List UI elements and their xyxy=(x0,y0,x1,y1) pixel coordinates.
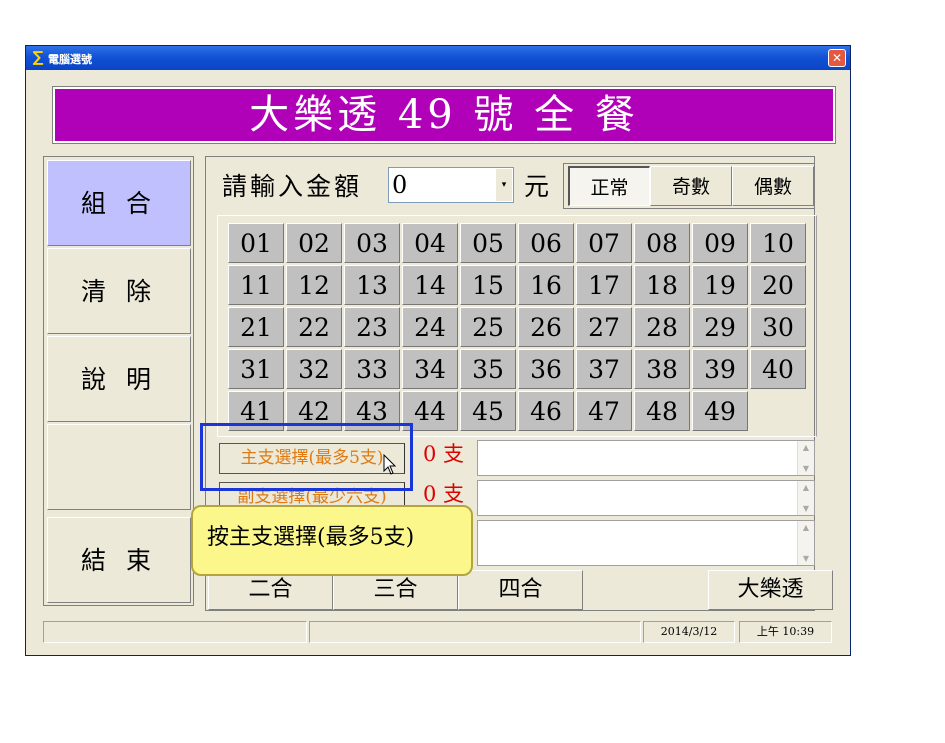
number-button[interactable]: 22 xyxy=(286,307,342,347)
side-menu: 組 合 清 除 說 明 結 束 xyxy=(43,156,194,606)
number-button[interactable]: 40 xyxy=(750,349,806,389)
number-button[interactable]: 06 xyxy=(518,223,574,263)
number-button[interactable]: 36 xyxy=(518,349,574,389)
result-field[interactable]: ▲ ▼ xyxy=(477,520,815,566)
status-date: 2014/3/12 xyxy=(643,621,735,643)
scroll-up-icon[interactable]: ▲ xyxy=(798,443,814,452)
number-button[interactable]: 05 xyxy=(460,223,516,263)
sub-pick-field[interactable]: ▲ ▼ xyxy=(477,480,815,516)
exit-button[interactable]: 結 束 xyxy=(47,517,191,603)
close-button[interactable]: ✕ xyxy=(828,49,846,67)
number-button[interactable]: 45 xyxy=(460,391,516,431)
scroll-up-icon[interactable]: ▲ xyxy=(798,483,814,492)
combo-two-button[interactable]: 二合 xyxy=(208,570,333,610)
number-button[interactable]: 20 xyxy=(750,265,806,305)
number-button[interactable]: 07 xyxy=(576,223,632,263)
number-button[interactable]: 48 xyxy=(634,391,690,431)
mode-normal-button[interactable]: 正常 xyxy=(568,166,650,206)
number-button[interactable]: 33 xyxy=(344,349,400,389)
number-button[interactable]: 23 xyxy=(344,307,400,347)
main-pick-field[interactable]: ▲ ▼ xyxy=(477,440,815,476)
status-cell-2 xyxy=(309,621,641,643)
number-button[interactable]: 14 xyxy=(402,265,458,305)
number-button[interactable]: 32 xyxy=(286,349,342,389)
number-button[interactable]: 31 xyxy=(228,349,284,389)
number-button[interactable]: 47 xyxy=(576,391,632,431)
number-button[interactable]: 09 xyxy=(692,223,748,263)
number-button[interactable]: 12 xyxy=(286,265,342,305)
number-button[interactable]: 16 xyxy=(518,265,574,305)
result-scrollbar[interactable]: ▲ ▼ xyxy=(797,521,814,565)
number-button[interactable]: 49 xyxy=(692,391,748,431)
scroll-down-icon[interactable]: ▼ xyxy=(798,554,814,563)
mouse-cursor-icon xyxy=(383,454,397,475)
number-button[interactable]: 35 xyxy=(460,349,516,389)
number-button[interactable]: 13 xyxy=(344,265,400,305)
page-title-banner: 大樂透 49 號 全 餐 xyxy=(52,86,836,144)
number-button[interactable]: 26 xyxy=(518,307,574,347)
scroll-up-icon[interactable]: ▲ xyxy=(798,523,814,532)
blank-side-button[interactable] xyxy=(47,424,191,510)
number-button[interactable]: 10 xyxy=(750,223,806,263)
number-button[interactable]: 28 xyxy=(634,307,690,347)
combo-four-button[interactable]: 四合 xyxy=(458,570,583,610)
combine-button[interactable]: 組 合 xyxy=(47,160,191,246)
number-button[interactable]: 34 xyxy=(402,349,458,389)
number-button[interactable]: 46 xyxy=(518,391,574,431)
amount-label: 請輸入金額 xyxy=(222,172,363,201)
highlight-box xyxy=(200,423,413,491)
mode-odd-button[interactable]: 奇數 xyxy=(650,166,732,206)
help-button[interactable]: 說 明 xyxy=(47,336,191,422)
amount-value: 0 xyxy=(392,171,408,199)
number-button[interactable]: 30 xyxy=(750,307,806,347)
window-title: 電腦選號 xyxy=(48,53,92,66)
sub-pick-scrollbar[interactable]: ▲ ▼ xyxy=(797,481,814,515)
number-button[interactable]: 38 xyxy=(634,349,690,389)
number-button[interactable]: 39 xyxy=(692,349,748,389)
amount-combobox[interactable]: 0 ▾ xyxy=(388,167,514,203)
number-button[interactable]: 24 xyxy=(402,307,458,347)
status-cell-1 xyxy=(43,621,307,643)
number-button[interactable]: 18 xyxy=(634,265,690,305)
number-button[interactable]: 29 xyxy=(692,307,748,347)
tooltip-callout: 按主支選擇(最多5支) xyxy=(191,505,473,576)
number-grid: 01 02 03 04 05 06 07 08 09 10 11 12 13 14 15 16 17 18 19 20… xyxy=(217,215,817,437)
amount-unit: 元 xyxy=(524,172,550,201)
number-button[interactable]: 15 xyxy=(460,265,516,305)
dropdown-arrow-icon[interactable]: ▾ xyxy=(496,169,512,201)
number-button[interactable]: 11 xyxy=(228,265,284,305)
close-icon: ✕ xyxy=(831,51,843,65)
status-bar: 2014/3/12 上午 10:39 xyxy=(43,621,832,643)
combo-three-button[interactable]: 三合 xyxy=(333,570,458,610)
scroll-down-icon[interactable]: ▼ xyxy=(798,504,814,513)
mode-even-button[interactable]: 偶數 xyxy=(732,166,814,206)
lotto-button[interactable]: 大樂透 xyxy=(708,570,833,610)
number-button[interactable]: 08 xyxy=(634,223,690,263)
number-button[interactable]: 19 xyxy=(692,265,748,305)
number-button[interactable]: 04 xyxy=(402,223,458,263)
mode-toggle-group: 正常 奇數 偶數 xyxy=(563,163,815,209)
main-pick-scrollbar[interactable]: ▲ ▼ xyxy=(797,441,814,475)
number-button[interactable]: 21 xyxy=(228,307,284,347)
number-button[interactable]: 01 xyxy=(228,223,284,263)
number-button[interactable]: 17 xyxy=(576,265,632,305)
scroll-down-icon[interactable]: ▼ xyxy=(798,464,814,473)
clear-button[interactable]: 清 除 xyxy=(47,248,191,334)
number-button[interactable]: 27 xyxy=(576,307,632,347)
title-bar[interactable]: ∑ 電腦選號 ✕ xyxy=(26,46,850,70)
number-button[interactable]: 02 xyxy=(286,223,342,263)
app-icon: ∑ xyxy=(32,48,44,66)
main-pick-count: 0 支 xyxy=(423,442,465,466)
status-time: 上午 10:39 xyxy=(739,621,832,643)
number-button[interactable]: 37 xyxy=(576,349,632,389)
number-button[interactable]: 25 xyxy=(460,307,516,347)
number-button[interactable]: 03 xyxy=(344,223,400,263)
